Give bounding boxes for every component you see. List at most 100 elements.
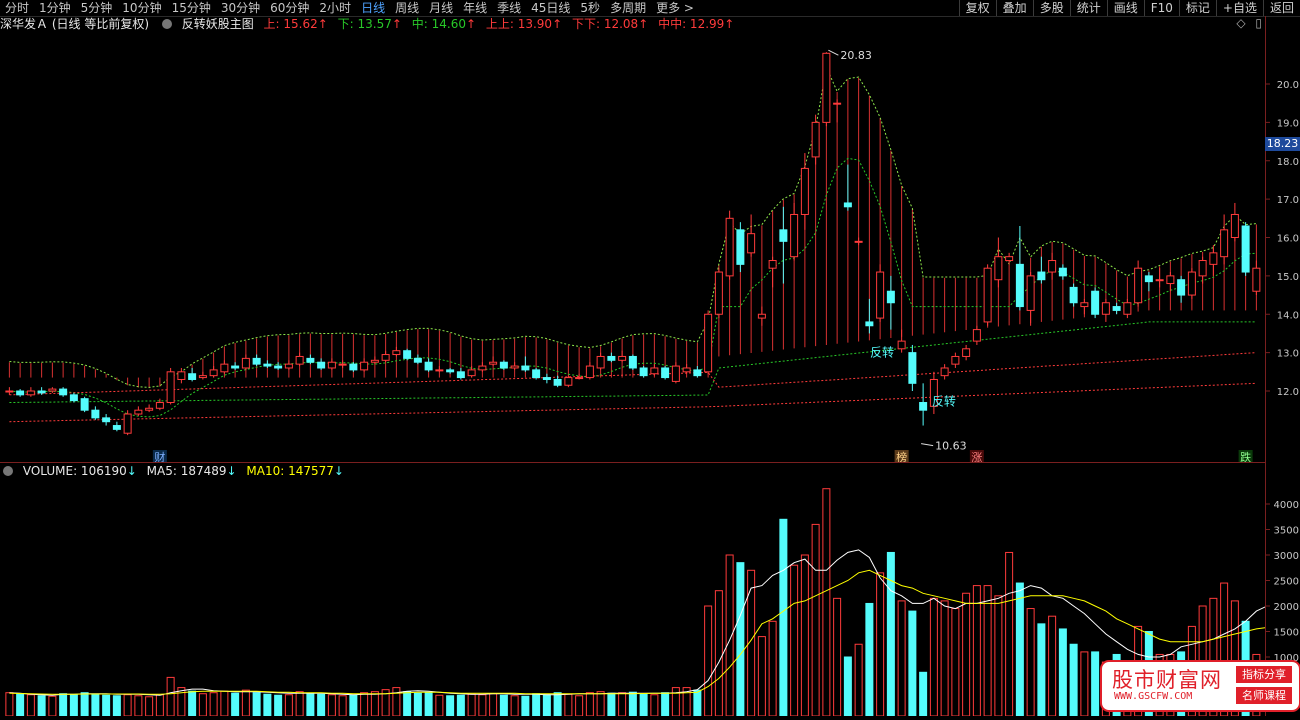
- tool-button[interactable]: 画线: [1106, 0, 1144, 16]
- candle-body: [1037, 271, 1046, 281]
- volume-bar: [628, 691, 637, 716]
- settings-icon[interactable]: [161, 19, 172, 29]
- volume-bar: [284, 694, 293, 716]
- period-tab[interactable]: 日线: [356, 0, 390, 16]
- reversal-label: 反转: [870, 345, 894, 360]
- candle-body: [854, 240, 863, 243]
- candle-body: [833, 102, 842, 105]
- candle-body: [639, 367, 648, 377]
- period-tab[interactable]: 5秒: [575, 0, 605, 16]
- tool-button[interactable]: 复权: [958, 0, 996, 16]
- settings-icon[interactable]: [3, 466, 13, 476]
- indicator-name[interactable]: 反转妖股主图: [182, 17, 254, 31]
- tool-button[interactable]: 多股: [1032, 0, 1070, 16]
- period-tab[interactable]: 10分钟: [117, 0, 166, 16]
- volume-bar: [940, 600, 949, 716]
- volume-bar: [349, 694, 358, 716]
- volume-bar: [26, 694, 35, 716]
- volume-bar: [467, 693, 476, 716]
- candle-body: [48, 388, 57, 392]
- candle-body: [188, 373, 197, 380]
- current-price-tag: 18.23: [1265, 137, 1300, 151]
- up-arrow-icon: ↑: [391, 17, 402, 31]
- period-tab[interactable]: 15分钟: [167, 0, 216, 16]
- period-tab[interactable]: 45日线: [526, 0, 575, 16]
- volume-tick-label: 3000: [1274, 551, 1299, 562]
- down-arrow-icon: ↓: [226, 464, 237, 478]
- period-tab[interactable]: 30分钟: [216, 0, 265, 16]
- candle-body: [1134, 267, 1143, 304]
- candle-body: [1069, 286, 1078, 304]
- candle-body: [1209, 252, 1218, 265]
- volume-chart[interactable]: [0, 480, 1265, 716]
- watermark-tag: 指标分享: [1236, 666, 1292, 683]
- period-tab[interactable]: 60分钟: [265, 0, 314, 16]
- adjust-mode: (日线 等比前复权): [51, 17, 150, 31]
- candle-body: [274, 365, 283, 369]
- downdown-value: 下下: 12.08: [571, 17, 639, 31]
- period-tab[interactable]: 更多 >: [651, 0, 699, 16]
- tool-button[interactable]: F10: [1143, 0, 1179, 16]
- support-line-2: [9, 382, 1257, 423]
- volume-bar: [553, 692, 562, 716]
- candle-body: [134, 409, 143, 415]
- candle-body: [951, 355, 960, 365]
- candle-body: [456, 371, 465, 379]
- candle-body: [306, 357, 315, 363]
- period-tab[interactable]: 分时: [0, 0, 34, 16]
- period-tab[interactable]: 季线: [492, 0, 526, 16]
- tool-button[interactable]: +自选: [1215, 0, 1263, 16]
- tool-button[interactable]: 标记: [1178, 0, 1216, 16]
- volume-bar: [231, 692, 240, 716]
- candle-body: [467, 369, 476, 377]
- period-tab[interactable]: 2小时: [314, 0, 356, 16]
- period-tab[interactable]: 1分钟: [34, 0, 76, 16]
- mid-band-line: [9, 157, 1257, 418]
- candle-body: [682, 367, 691, 373]
- candle-body: [542, 377, 551, 380]
- volume-info-bar: VOLUME: 106190↓ MA5: 187489↓ MA10: 14757…: [0, 463, 350, 480]
- diamond-icon[interactable]: ◇: [1236, 16, 1245, 30]
- up-value: 上: 15.62: [263, 17, 318, 31]
- volume-bar: [521, 695, 530, 716]
- volume-bar: [435, 694, 444, 716]
- volume-bar: [478, 694, 487, 716]
- page-icon[interactable]: ▯: [1255, 16, 1262, 30]
- watermark-title: 股市财富网: [1112, 668, 1222, 692]
- marker-cai: 财: [154, 450, 165, 463]
- mid-value: 中: 14.60: [411, 17, 466, 31]
- candle-body: [177, 371, 186, 380]
- tool-button[interactable]: 叠加: [995, 0, 1033, 16]
- volume-bar: [693, 689, 702, 716]
- volume-bar: [91, 693, 100, 716]
- candle-body: [112, 425, 121, 430]
- candle-body: [392, 350, 401, 356]
- period-tab[interactable]: 5分钟: [76, 0, 118, 16]
- candle-body: [962, 348, 971, 357]
- candle-body: [1220, 229, 1229, 258]
- candle-body: [585, 365, 594, 379]
- candle-body: [983, 267, 992, 323]
- indicator-info-bar: 深华发Ａ (日线 等比前复权) 反转妖股主图 上: 15.62↑ 下: 13.5…: [0, 16, 1265, 33]
- tool-button[interactable]: 返回: [1262, 0, 1300, 16]
- marker-zhang: 涨: [971, 451, 982, 463]
- candle-body: [553, 378, 562, 386]
- period-tab[interactable]: 周线: [390, 0, 424, 16]
- period-tab[interactable]: 月线: [424, 0, 458, 16]
- period-tab[interactable]: 年线: [458, 0, 492, 16]
- volume-bar: [994, 595, 1003, 716]
- volume-bar: [413, 692, 422, 716]
- price-chart[interactable]: 20.8310.63反转反转财榜涨跌: [0, 33, 1265, 463]
- volume-bar: [800, 554, 809, 716]
- volume-bar: [220, 690, 229, 716]
- candle-body: [972, 329, 981, 342]
- period-tab[interactable]: 多周期: [605, 0, 651, 16]
- volume-value: VOLUME: 106190: [22, 464, 127, 478]
- stock-name[interactable]: 深华发Ａ: [0, 17, 48, 31]
- candle-body: [424, 361, 433, 371]
- candle-body: [1241, 225, 1250, 273]
- tool-button[interactable]: 统计: [1069, 0, 1107, 16]
- volume-bar: [779, 518, 788, 716]
- volume-tick-label: 1500: [1274, 628, 1299, 639]
- candle-body: [919, 402, 928, 411]
